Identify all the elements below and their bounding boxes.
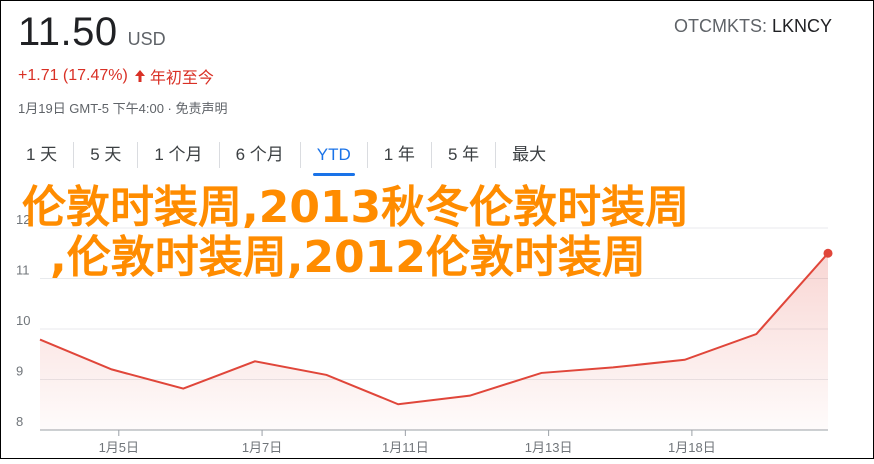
change-value: +1.71 (17.47%)	[18, 67, 128, 84]
y-tick-label: 9	[16, 364, 23, 379]
watermark-overlay: 伦敦时装周,2013秋冬伦敦时装周 ,伦敦时装周,2012伦敦时装周	[22, 183, 689, 283]
x-tick-label: 1月7日	[242, 440, 282, 455]
y-tick-label: 10	[16, 313, 30, 328]
x-tick-label: 1月11日	[382, 440, 429, 455]
price-row: 11.50 USD	[18, 10, 166, 55]
x-tick-label: 1月13日	[525, 440, 573, 455]
tab-1-day[interactable]: 1 天	[10, 140, 73, 170]
tab-1-month[interactable]: 1 个月	[138, 140, 218, 170]
x-tick-label: 1月18日	[668, 440, 716, 455]
tab-6-month[interactable]: 6 个月	[220, 140, 300, 170]
ticker-symbol: LKNCY	[771, 16, 832, 36]
tab-max[interactable]: 最大	[496, 140, 562, 170]
currency-label: USD	[127, 29, 166, 49]
current-price: 11.50	[18, 10, 118, 54]
range-tabs: 1 天 5 天 1 个月 6 个月 YTD 1 年 5 年 最大	[10, 140, 562, 176]
change-period: 年初至今	[149, 70, 214, 87]
x-tick-label: 1月5日	[99, 440, 139, 455]
tab-5-day[interactable]: 5 天	[74, 140, 137, 170]
arrow-up-icon	[134, 69, 146, 83]
exchange-name: OTCMKTS	[673, 16, 762, 36]
overlay-line-1: 伦敦时装周,2013秋冬伦敦时装周	[22, 182, 690, 233]
overlay-line-2: ,伦敦时装周,2012伦敦时装周	[50, 232, 646, 283]
tab-ytd[interactable]: YTD	[301, 140, 367, 176]
ticker-label: OTCMKTS: LKNCY	[673, 16, 832, 36]
price-change: +1.71 (17.47%) 年初至今	[18, 64, 214, 88]
tab-1-year[interactable]: 1 年	[368, 140, 431, 170]
y-tick-label: 8	[16, 414, 23, 429]
latest-point	[823, 248, 833, 258]
timestamp-disclaimer: 1月19日 GMT-5 下午4:00 · 免责声明	[18, 101, 228, 116]
tab-5-year[interactable]: 5 年	[432, 140, 495, 170]
